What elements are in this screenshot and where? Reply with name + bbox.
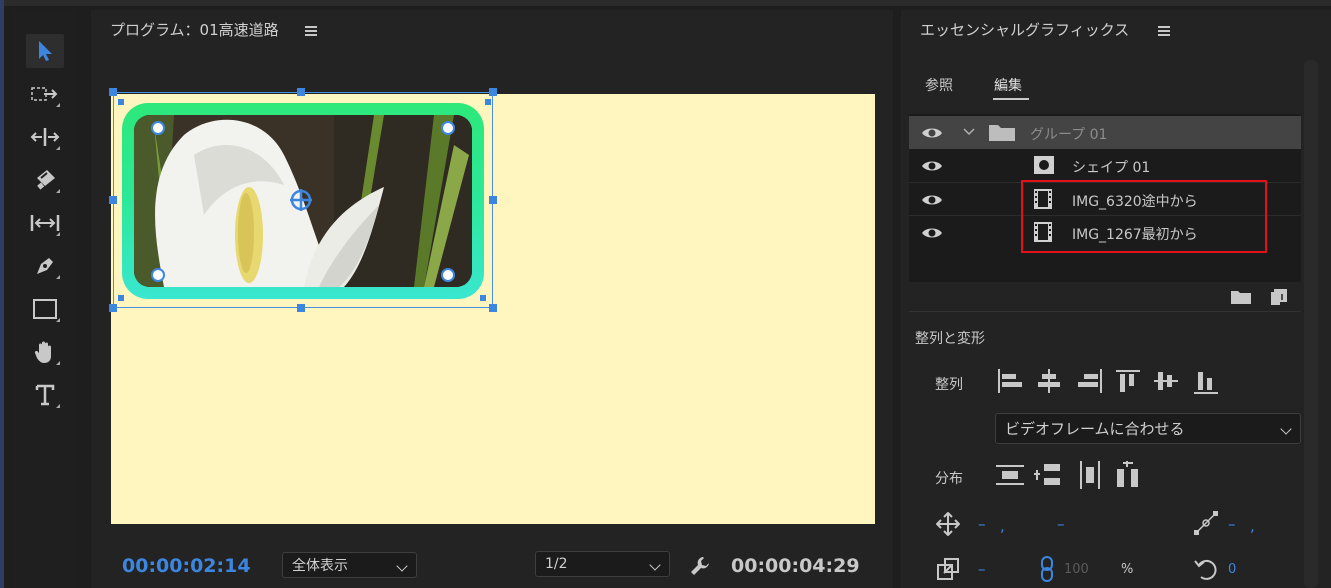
layer-row-group[interactable]: グループ 01 — [909, 116, 1301, 149]
align-to-value: ビデオフレームに合わせる — [1005, 420, 1185, 438]
left-edge-strip — [0, 0, 4, 588]
rotation-icon — [1194, 559, 1217, 580]
selection-tool-icon[interactable] — [26, 34, 64, 68]
chevron-down-icon — [649, 559, 661, 571]
layer-row-shape[interactable]: シェイプ 01 — [909, 149, 1301, 182]
program-menu-icon[interactable] — [305, 24, 317, 38]
hand-tool-icon[interactable] — [26, 335, 64, 369]
program-monitor-title: プログラム：01高速道路 — [110, 21, 279, 39]
eye-visibility-icon[interactable] — [921, 126, 943, 140]
corner-radius-handle[interactable] — [151, 268, 165, 282]
distribute-buttons-group — [996, 461, 1138, 489]
resolution-value: 1/2 — [545, 556, 568, 572]
percent-label: % — [1121, 562, 1134, 577]
resize-handle-top-left[interactable] — [109, 88, 117, 96]
resize-handle-right[interactable] — [489, 196, 497, 204]
shape-handle-bottom-left[interactable] — [118, 295, 124, 301]
duration-timecode: 00:00:04:29 — [731, 555, 860, 577]
align-right-icon — [1078, 369, 1102, 393]
align-vertical-center-icon — [1154, 372, 1178, 390]
distribute-vertical-icon — [996, 465, 1024, 485]
scale-icon — [937, 558, 959, 580]
slip-tool-icon[interactable] — [26, 206, 64, 240]
shape-handle-top-right[interactable] — [485, 99, 491, 105]
zoom-level-select[interactable]: 全体表示 — [282, 552, 417, 578]
resize-handle-top-right[interactable] — [489, 88, 497, 96]
essential-graphics-title: エッセンシャルグラフィックス — [920, 21, 1130, 39]
tab-edit[interactable]: 編集 — [994, 75, 1022, 95]
distribute-vertical-spacing-icon — [1034, 464, 1060, 485]
resize-handle-bottom-right[interactable] — [489, 304, 497, 312]
shape-handle-bottom-right[interactable] — [480, 295, 486, 301]
panel-scrollbar[interactable] — [1304, 60, 1318, 588]
folder-icon — [989, 125, 1015, 141]
position-separator: , — [1000, 517, 1005, 535]
tab-browse[interactable]: 参照 — [925, 75, 953, 95]
track-select-tool-icon[interactable] — [26, 77, 64, 111]
rectangle-tool-icon[interactable] — [26, 292, 64, 326]
section-divider — [909, 311, 1301, 312]
anchor-point-position-icon — [1194, 511, 1218, 535]
razor-tool-icon[interactable] — [26, 163, 64, 197]
resize-handle-left[interactable] — [109, 196, 117, 204]
distribute-label: 分布 — [935, 471, 963, 487]
ripple-edit-tool-icon[interactable] — [26, 120, 64, 154]
position-y-value[interactable]: – — [1057, 515, 1065, 533]
scale-uniform-value[interactable]: 100 — [1064, 562, 1089, 577]
align-horizontal-center-icon — [1038, 369, 1060, 393]
chevron-down-icon[interactable] — [963, 128, 975, 136]
distribute-horizontal-spacing-icon — [1117, 461, 1138, 487]
pen-tool-icon[interactable] — [26, 249, 64, 283]
essential-graphics-menu-icon[interactable] — [1158, 24, 1170, 38]
type-tool-icon[interactable] — [26, 378, 64, 412]
align-left-icon — [998, 369, 1022, 393]
rotation-value[interactable]: 0 — [1228, 562, 1236, 577]
position-x-value[interactable]: – — [978, 515, 986, 533]
align-to-select[interactable]: ビデオフレームに合わせる — [995, 413, 1301, 444]
top-border — [0, 0, 1331, 6]
layer-label-group: グループ 01 — [1030, 127, 1108, 143]
corner-radius-handle[interactable] — [441, 268, 455, 282]
eye-visibility-icon[interactable] — [921, 226, 943, 240]
chevron-down-icon — [1280, 423, 1292, 435]
tools-panel — [14, 10, 76, 588]
resize-handle-bottom[interactable] — [297, 304, 305, 312]
chevron-down-icon — [396, 560, 408, 572]
new-group-folder-icon[interactable] — [1230, 289, 1252, 305]
layer-label-shape: シェイプ 01 — [1072, 160, 1151, 176]
resolution-select[interactable]: 1/2 — [535, 551, 670, 577]
scale-value[interactable]: – — [978, 560, 986, 578]
align-top-icon — [1116, 370, 1140, 392]
constrain-proportions-link-icon[interactable] — [1040, 556, 1054, 582]
settings-wrench-icon[interactable] — [688, 554, 712, 578]
align-label: 整列 — [935, 377, 963, 393]
zoom-level-value: 全体表示 — [292, 558, 348, 574]
eye-visibility-icon[interactable] — [921, 159, 943, 173]
align-transform-section-title: 整列と変形 — [915, 331, 985, 347]
eye-visibility-icon[interactable] — [921, 193, 943, 207]
essential-graphics-panel — [901, 10, 1331, 588]
current-timecode[interactable]: 00:00:02:14 — [122, 555, 251, 577]
corner-radius-handle[interactable] — [151, 121, 165, 135]
distribute-horizontal-icon — [1080, 461, 1100, 489]
anchor-separator: , — [1250, 517, 1255, 535]
highlight-annotation-box — [1021, 180, 1267, 253]
shape-layer-icon — [1034, 156, 1054, 174]
resize-handle-bottom-left[interactable] — [109, 304, 117, 312]
position-move-icon — [936, 512, 960, 536]
anchor-x-value[interactable]: – — [1228, 515, 1236, 533]
new-layer-icon[interactable] — [1270, 288, 1288, 306]
align-buttons-group — [998, 369, 1218, 394]
anchor-point-icon[interactable] — [289, 188, 313, 212]
shape-handle-top-left[interactable] — [118, 99, 124, 105]
active-tab-underline — [993, 98, 1029, 100]
align-bottom-icon — [1194, 372, 1218, 394]
resize-handle-top[interactable] — [297, 88, 305, 96]
corner-radius-handle[interactable] — [441, 121, 455, 135]
